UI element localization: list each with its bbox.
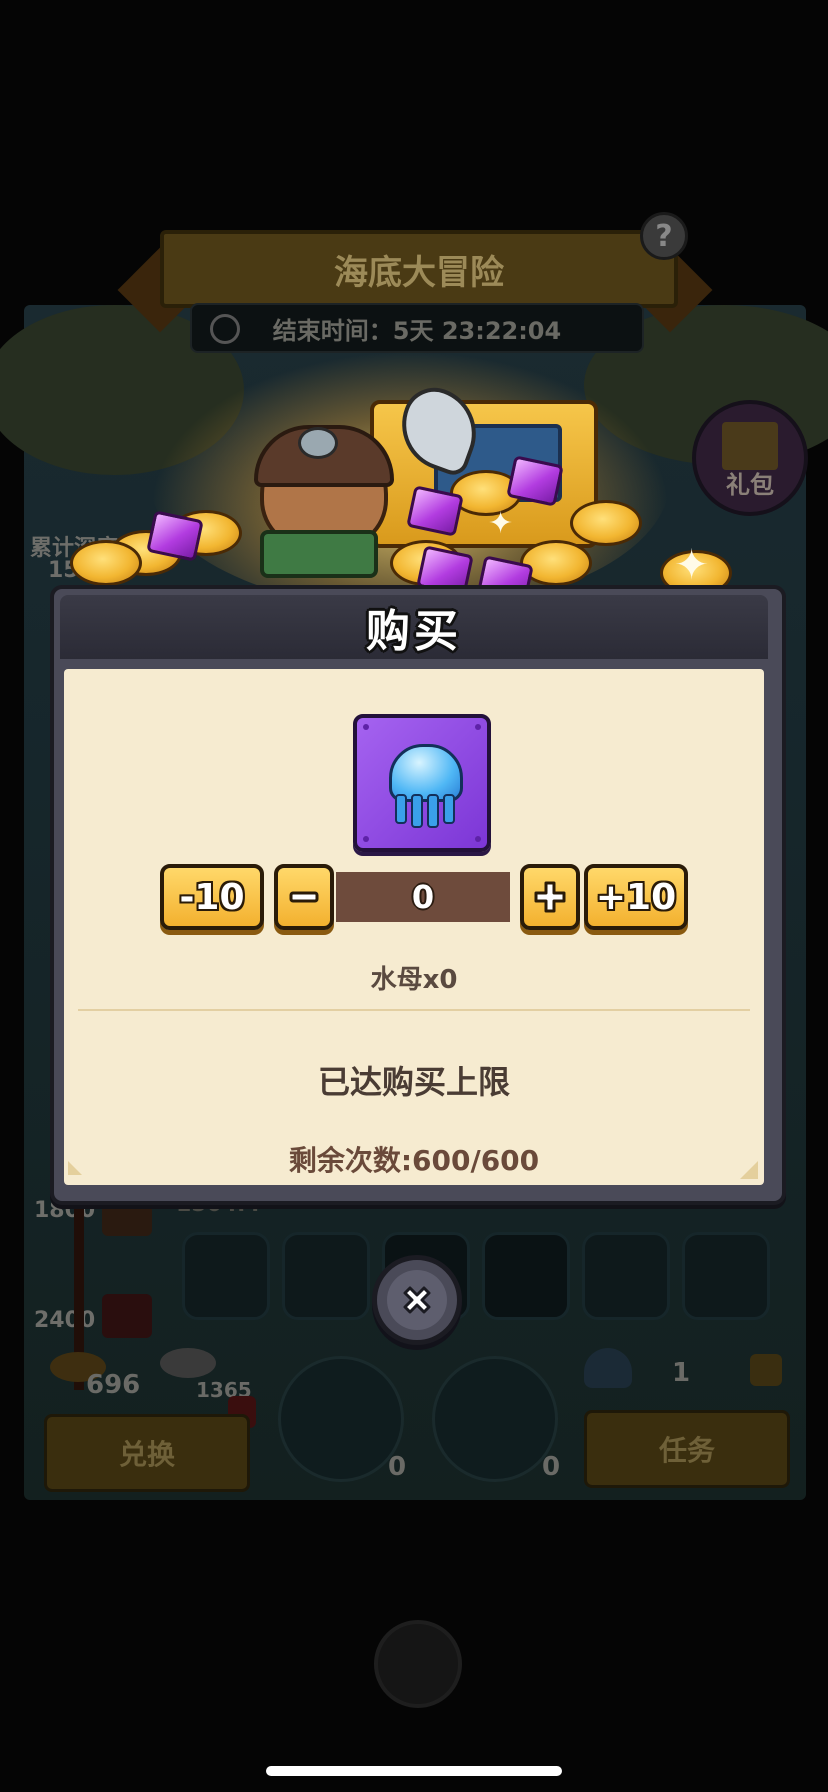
minus-10-label: -10 [179, 876, 245, 918]
task-button-label: 任务 [658, 1434, 715, 1467]
background-slot [182, 1232, 270, 1320]
dialog-title: 购买 [366, 606, 462, 657]
plus-10-label: +10 [595, 876, 677, 918]
exchange-button-label: 兑换 [118, 1438, 175, 1471]
gold-coin [570, 500, 642, 546]
bomb-count: 0 [388, 1452, 407, 1482]
paper-corner [68, 1161, 82, 1175]
remaining-count-text: 剩余次数:600/600 [288, 1144, 540, 1177]
minus-10-button[interactable]: -10 [160, 864, 264, 930]
end-time-text: 结束时间：5天 23:22:04 [272, 316, 562, 345]
sparkle-icon: ✦ [488, 506, 514, 541]
question-mark-icon[interactable]: ? [640, 212, 688, 260]
depth-marker-crate [102, 1294, 152, 1338]
event-title-banner: 海底大冒险 [160, 230, 678, 308]
add-jellyfish-button[interactable] [750, 1354, 782, 1386]
capybara-miner-character [240, 405, 394, 585]
paper-corner [740, 1161, 758, 1179]
jellyfish-icon [353, 714, 491, 852]
plus-icon [534, 881, 566, 913]
jellyfish-tentacle [411, 794, 423, 828]
flashlight-count: 0 [542, 1452, 561, 1482]
background-slot [282, 1232, 370, 1320]
close-button-inner [387, 1270, 447, 1330]
purchase-dialog: 购买 -10 0 +10 水母x0 已达购买上限 剩余次数:600/600 [50, 585, 786, 1205]
background-close-icon [374, 1620, 462, 1708]
rivet [475, 724, 481, 730]
minus-icon [289, 891, 319, 903]
bomb-slot[interactable] [278, 1356, 404, 1482]
sparkle-icon: ✦ [674, 540, 710, 589]
item-quantity-label: 水母x0 [370, 965, 458, 995]
helmet-lamp [298, 427, 338, 459]
background-slot-row [168, 1222, 780, 1322]
background-slot [482, 1232, 570, 1320]
plus-button[interactable] [520, 864, 580, 930]
green-scarf [260, 530, 378, 578]
divider [78, 1009, 750, 1011]
close-icon [403, 1286, 431, 1314]
event-title: 海底大冒险 [334, 252, 504, 293]
treasure-illustration: ✦ ✦ [70, 350, 760, 610]
jellyfish-tentacle [427, 794, 439, 828]
jellyfish-tentacle [395, 794, 407, 824]
background-slot [582, 1232, 670, 1320]
plus-10-button[interactable]: +10 [584, 864, 688, 930]
depth-marker-chest [102, 1200, 152, 1236]
gold-shell-count: 696 [86, 1370, 141, 1400]
gold-coin [70, 540, 142, 586]
dialog-body: -10 0 +10 水母x0 已达购买上限 剩余次数:600/600 [64, 669, 764, 1185]
rivet [475, 836, 481, 842]
background-slot [682, 1232, 770, 1320]
purchase-limit-text: 已达购买上限 [317, 1063, 510, 1101]
home-indicator[interactable] [266, 1766, 562, 1776]
minus-button[interactable] [274, 864, 334, 930]
depth-mark-2400: 2400 [34, 1308, 96, 1333]
jellyfish-mini-icon [584, 1348, 632, 1388]
quantity-stepper: -10 0 +10 [160, 864, 688, 930]
close-button[interactable] [372, 1255, 462, 1345]
dialog-header: 购买 [60, 595, 768, 659]
task-button[interactable]: 任务 [584, 1410, 790, 1488]
exchange-button[interactable]: 兑换 [44, 1414, 250, 1492]
rivet [363, 724, 369, 730]
quantity-display[interactable]: 0 [336, 872, 510, 922]
jellyfish-count: 1 [672, 1358, 691, 1388]
rivet [363, 836, 369, 842]
flashlight-slot[interactable] [432, 1356, 558, 1482]
silver-shell-icon [160, 1348, 216, 1378]
jellyfish-tentacle [443, 794, 455, 824]
quantity-value: 0 [411, 878, 435, 916]
event-timer: 结束时间：5天 23:22:04 [190, 303, 644, 353]
clock-icon [210, 314, 240, 344]
